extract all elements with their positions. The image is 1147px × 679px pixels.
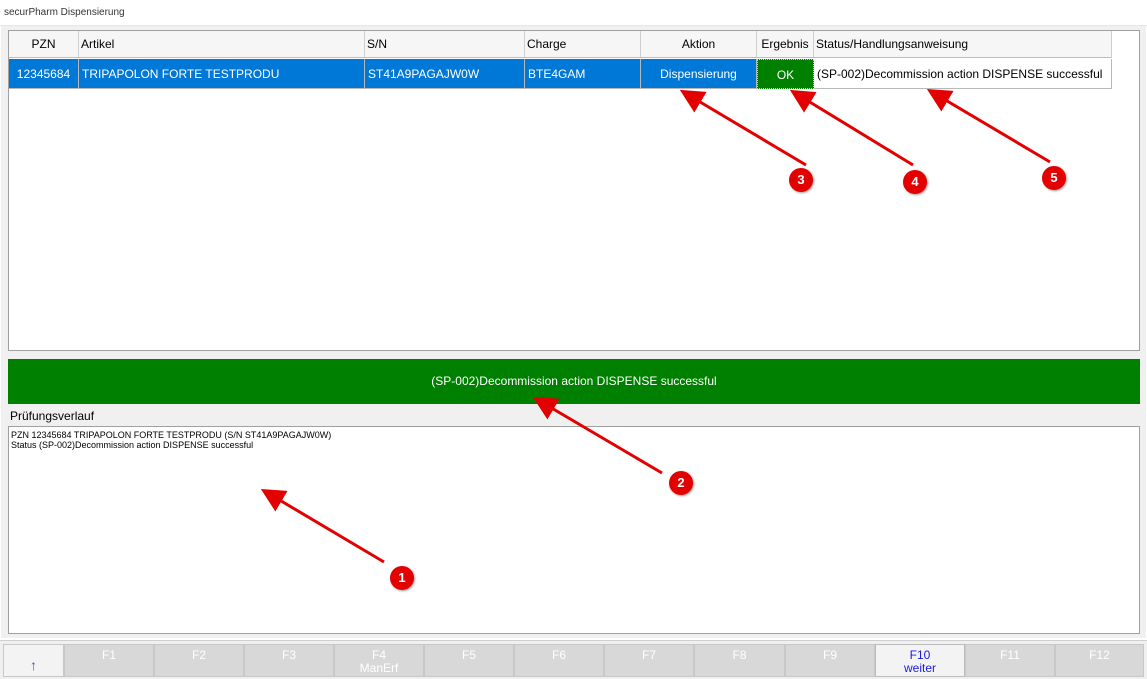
window-title: securPharm Dispensierung bbox=[4, 7, 125, 18]
cell-sn[interactable]: ST41A9PAGAJW0W bbox=[365, 59, 525, 89]
column-header-ergebnis[interactable]: Ergebnis bbox=[757, 31, 814, 58]
cell-artikel[interactable]: TRIPAPOLON FORTE TESTPRODU bbox=[79, 59, 365, 89]
annotation-badge-4: 4 bbox=[903, 170, 927, 194]
f12-label: F12 bbox=[1089, 648, 1110, 662]
f2-label: F2 bbox=[191, 648, 206, 662]
history-label: Prüfungsverlauf bbox=[10, 409, 95, 423]
annotation-badge-1: 1 bbox=[390, 566, 414, 590]
arrow-up-button[interactable]: ↑ bbox=[3, 644, 64, 677]
f11-button[interactable]: F11 bbox=[965, 644, 1055, 677]
f12-button[interactable]: F12 bbox=[1055, 644, 1144, 677]
cell-status[interactable]: (SP-002)Decommission action DISPENSE suc… bbox=[814, 59, 1112, 89]
column-header-status[interactable]: Status/Handlungsanweisung bbox=[814, 31, 1112, 58]
status-message-bar: (SP-002)Decommission action DISPENSE suc… bbox=[8, 359, 1140, 404]
f6-label: F6 bbox=[551, 648, 566, 662]
f11-label: F11 bbox=[1000, 648, 1020, 662]
history-log[interactable]: PZN 12345684 TRIPAPOLON FORTE TESTPRODU … bbox=[8, 426, 1140, 634]
f4-label: F4 bbox=[371, 648, 386, 662]
f8-button[interactable]: F8 bbox=[694, 644, 785, 677]
table-row[interactable]: 12345684 TRIPAPOLON FORTE TESTPRODU ST41… bbox=[9, 59, 1112, 89]
history-line: Status (SP-002)Decommission action DISPE… bbox=[11, 440, 254, 450]
column-header-pzn[interactable]: PZN bbox=[9, 31, 79, 58]
history-line: PZN 12345684 TRIPAPOLON FORTE TESTPRODU … bbox=[11, 430, 332, 440]
f9-button[interactable]: F9 bbox=[785, 644, 875, 677]
grid-header: PZN Artikel S/N Charge Aktion Ergebnis S… bbox=[9, 31, 1112, 58]
annotation-badge-5: 5 bbox=[1042, 166, 1066, 190]
column-header-sn[interactable]: S/N bbox=[365, 31, 525, 58]
f7-button[interactable]: F7 bbox=[604, 644, 694, 677]
title-bar: securPharm Dispensierung bbox=[0, 0, 1147, 26]
f3-button[interactable]: F3 bbox=[244, 644, 334, 677]
f8-label: F8 bbox=[732, 648, 747, 662]
f10-sublabel: weiter bbox=[903, 661, 936, 675]
cell-ergebnis[interactable]: OK bbox=[757, 59, 814, 89]
f2-button[interactable]: F2 bbox=[154, 644, 244, 677]
f5-label: F5 bbox=[461, 648, 476, 662]
dispense-grid[interactable]: PZN Artikel S/N Charge Aktion Ergebnis S… bbox=[8, 30, 1140, 351]
cell-aktion[interactable]: Dispensierung bbox=[641, 59, 757, 89]
f4-sublabel: ManErf bbox=[359, 661, 399, 675]
arrow-up-icon: ↑ bbox=[30, 657, 37, 673]
f7-label: F7 bbox=[641, 648, 656, 662]
f1-label: F1 bbox=[101, 648, 116, 662]
column-header-charge[interactable]: Charge bbox=[525, 31, 641, 58]
f6-button[interactable]: F6 bbox=[514, 644, 604, 677]
f10-weiter-button[interactable]: F10 weiter bbox=[875, 644, 965, 677]
f1-button[interactable]: F1 bbox=[64, 644, 154, 677]
annotation-badge-3: 3 bbox=[789, 168, 813, 192]
f9-label: F9 bbox=[822, 648, 837, 662]
f10-label: F10 bbox=[909, 648, 931, 662]
cell-pzn[interactable]: 12345684 bbox=[9, 59, 79, 89]
f4-manerf-button[interactable]: F4 ManErf bbox=[334, 644, 424, 677]
f3-label: F3 bbox=[281, 648, 296, 662]
column-header-artikel[interactable]: Artikel bbox=[79, 31, 365, 58]
annotation-badge-2: 2 bbox=[669, 471, 693, 495]
cell-charge[interactable]: BTE4GAM bbox=[525, 59, 641, 89]
function-key-bar: ↑ F1 F2 F3 F4 ManErf F5 F6 F7 F8 F9 F10 … bbox=[0, 640, 1147, 679]
f5-button[interactable]: F5 bbox=[424, 644, 514, 677]
column-header-aktion[interactable]: Aktion bbox=[641, 31, 757, 58]
